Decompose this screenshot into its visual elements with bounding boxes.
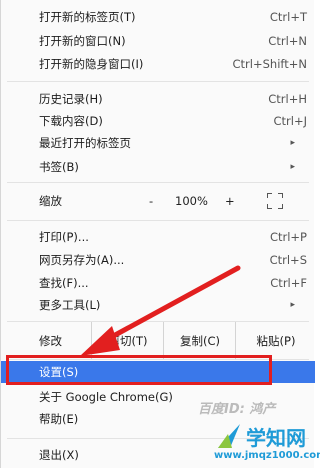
separator [7,81,309,82]
menu-item-downloads[interactable]: 下载内容(D) Ctrl+J [1,110,315,132]
watermark-text: 百度ID: 鸿产 [198,402,276,417]
print-label: 打印(P)... [39,230,89,244]
separator [7,182,309,183]
find-label: 查找(F)... [39,276,89,290]
settings-highlight-box [6,355,272,385]
fullscreen-icon[interactable] [267,193,283,209]
incognito-shortcut: Ctrl+Shift+N [232,57,307,71]
print-shortcut: Ctrl+P [269,230,307,244]
help-label: 帮助(E) [39,412,79,426]
save-as-label: 网页另存为(A)... [39,253,125,267]
downloads-shortcut: Ctrl+J [273,114,308,128]
site-logo: 学知网 www.jmqz1000.com [212,418,320,468]
logo-name: 学知网 [246,426,306,450]
menu-item-save-as[interactable]: 网页另存为(A)... Ctrl+S [1,249,315,271]
history-shortcut: Ctrl+H [268,92,307,106]
separator [7,220,309,221]
recent-tabs-label: 最近打开的标签页 [39,136,131,150]
new-tab-shortcut: Ctrl+T [269,10,307,24]
new-tab-label: 打开新的标签页(T) [39,10,136,24]
zoom-out-button[interactable]: - [149,190,153,212]
find-shortcut: Ctrl+F [270,276,307,290]
bookmarks-label: 书签(B) [39,160,79,174]
chevron-right-icon: ▸ [290,300,295,310]
new-window-label: 打开新的窗口(N) [39,34,126,48]
chevron-right-icon: ▸ [290,138,295,148]
zoom-label: 缩放 [39,194,62,208]
menu-item-print[interactable]: 打印(P)... Ctrl+P [1,226,315,248]
history-label: 历史记录(H) [39,92,103,106]
logo-icon [218,424,240,448]
more-tools-label: 更多工具(L) [39,298,101,312]
menu-item-find[interactable]: 查找(F)... Ctrl+F [1,272,315,294]
about-label: 关于 Google Chrome(G) [39,390,173,404]
menu-item-recent-tabs[interactable]: 最近打开的标签页 ▸ [1,132,315,154]
menu-item-new-tab[interactable]: 打开新的标签页(T) Ctrl+T [1,6,315,28]
chevron-right-icon: ▸ [290,162,295,172]
edit-label: 修改 [39,334,62,348]
exit-label: 退出(X) [39,448,79,462]
new-window-shortcut: Ctrl+N [268,34,307,48]
menu-item-new-window[interactable]: 打开新的窗口(N) Ctrl+N [1,30,315,52]
menu-item-history[interactable]: 历史记录(H) Ctrl+H [1,88,315,110]
downloads-label: 下载内容(D) [39,114,103,128]
save-as-shortcut: Ctrl+S [269,253,307,267]
menu-item-incognito[interactable]: 打开新的隐身窗口(I) Ctrl+Shift+N [1,53,315,75]
menu-item-bookmarks[interactable]: 书签(B) ▸ [1,156,315,178]
zoom-level: 100% [175,194,208,208]
zoom-in-button[interactable]: + [225,190,235,212]
menu-item-more-tools[interactable]: 更多工具(L) ▸ [1,294,315,316]
logo-url: www.jmqz1000.com [214,450,320,461]
incognito-label: 打开新的隐身窗口(I) [39,57,144,71]
